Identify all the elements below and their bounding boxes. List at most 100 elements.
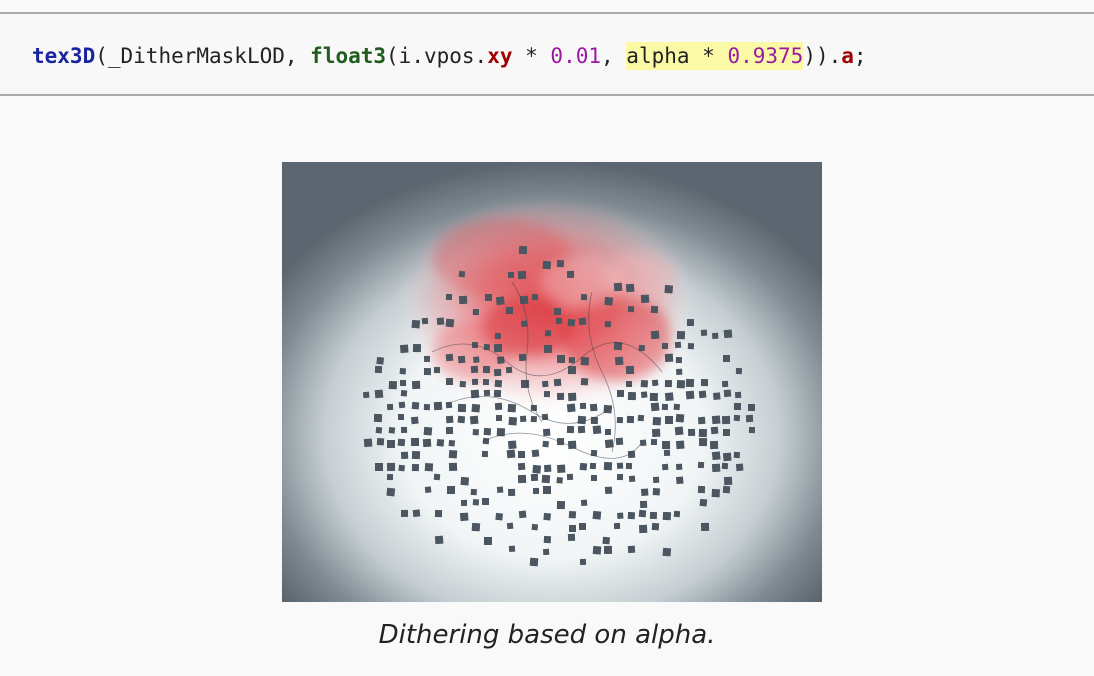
dither-square bbox=[699, 498, 708, 507]
dither-square bbox=[362, 391, 370, 399]
dither-square bbox=[700, 522, 710, 532]
dither-square bbox=[445, 293, 453, 301]
dither-square bbox=[518, 510, 527, 519]
dither-square bbox=[446, 485, 456, 495]
dither-square bbox=[373, 413, 383, 423]
dither-square bbox=[592, 425, 602, 435]
dither-square bbox=[614, 356, 624, 366]
dither-square bbox=[410, 416, 419, 425]
code-scale-number: 0.01 bbox=[550, 44, 601, 68]
dither-square bbox=[566, 473, 574, 481]
dither-square bbox=[603, 545, 613, 555]
dither-square bbox=[625, 365, 635, 375]
dither-square bbox=[722, 452, 732, 462]
dither-square bbox=[494, 332, 501, 340]
dither-square bbox=[543, 390, 551, 398]
dither-square bbox=[517, 462, 526, 471]
code-comma: , bbox=[601, 44, 627, 68]
dither-square bbox=[459, 380, 466, 388]
dither-square bbox=[445, 415, 454, 424]
dither-square bbox=[640, 488, 649, 497]
dither-square bbox=[460, 499, 468, 506]
dither-square bbox=[400, 509, 409, 518]
code-constructor: float3 bbox=[310, 44, 387, 68]
dither-square bbox=[459, 512, 469, 522]
dither-square bbox=[664, 379, 673, 388]
dither-square bbox=[542, 380, 549, 388]
dither-square bbox=[697, 461, 705, 469]
dither-square bbox=[662, 547, 672, 557]
dither-square bbox=[542, 260, 552, 270]
dither-square bbox=[521, 320, 528, 327]
dither-square bbox=[568, 510, 577, 519]
dither-square bbox=[507, 271, 515, 279]
dither-square bbox=[604, 439, 614, 449]
dither-square bbox=[639, 500, 648, 509]
dither-square bbox=[580, 356, 590, 366]
dither-square bbox=[543, 464, 552, 473]
dither-square bbox=[712, 392, 721, 401]
dither-square bbox=[577, 425, 586, 434]
dither-square bbox=[493, 368, 502, 377]
dither-square bbox=[517, 450, 526, 459]
dither-square bbox=[544, 330, 552, 337]
dither-square bbox=[579, 523, 586, 530]
dither-square bbox=[700, 378, 709, 387]
dither-square bbox=[422, 438, 432, 448]
dither-square bbox=[448, 440, 456, 447]
dither-square bbox=[376, 356, 385, 365]
dither-square bbox=[650, 330, 660, 340]
dither-square bbox=[481, 450, 489, 458]
dither-square bbox=[639, 439, 647, 447]
dither-square bbox=[483, 536, 493, 546]
dither-square bbox=[423, 355, 431, 363]
dither-square bbox=[458, 270, 466, 278]
code-alpha-variable: alpha bbox=[626, 44, 690, 68]
dither-square bbox=[397, 413, 405, 421]
code-swizzle: xy bbox=[487, 44, 513, 68]
dither-square bbox=[664, 284, 674, 294]
dither-square bbox=[627, 305, 635, 313]
dither-square bbox=[410, 437, 420, 447]
dither-square bbox=[661, 403, 669, 411]
dither-square bbox=[567, 318, 576, 327]
dither-square bbox=[698, 390, 707, 399]
dither-square bbox=[386, 439, 396, 449]
dither-square bbox=[555, 317, 563, 325]
dither-square bbox=[590, 416, 599, 425]
dither-square bbox=[673, 403, 681, 411]
dither-square bbox=[651, 379, 659, 387]
dither-square bbox=[567, 533, 576, 542]
dither-square bbox=[506, 449, 516, 459]
dither-square bbox=[472, 429, 479, 436]
dither-square bbox=[374, 462, 384, 472]
dither-square bbox=[675, 356, 682, 364]
dither-square bbox=[604, 429, 611, 436]
dither-square bbox=[386, 462, 396, 472]
dither-square bbox=[748, 427, 756, 434]
dither-square bbox=[469, 415, 479, 425]
dither-square bbox=[673, 510, 681, 518]
dither-square bbox=[494, 379, 503, 388]
dither-square bbox=[556, 392, 565, 401]
dither-square bbox=[457, 415, 466, 424]
dither-square bbox=[481, 497, 490, 506]
dither-square bbox=[712, 332, 719, 340]
dither-square bbox=[482, 378, 490, 386]
dither-square bbox=[674, 426, 684, 436]
code-constructor-open: (i.vpos. bbox=[386, 44, 488, 68]
dither-square bbox=[661, 463, 669, 471]
dither-square bbox=[495, 296, 505, 306]
dither-square bbox=[628, 475, 636, 482]
dither-square bbox=[616, 389, 625, 398]
dither-square bbox=[386, 403, 394, 411]
dither-square bbox=[580, 294, 588, 301]
dither-square bbox=[577, 415, 587, 425]
dither-square bbox=[556, 477, 563, 484]
dither-square bbox=[543, 344, 553, 354]
code-semicolon: ; bbox=[853, 44, 867, 68]
code-first-argument: _DitherMaskLOD, bbox=[107, 44, 311, 68]
dither-square bbox=[496, 486, 504, 493]
dither-square bbox=[508, 416, 518, 426]
dither-square bbox=[733, 414, 741, 422]
